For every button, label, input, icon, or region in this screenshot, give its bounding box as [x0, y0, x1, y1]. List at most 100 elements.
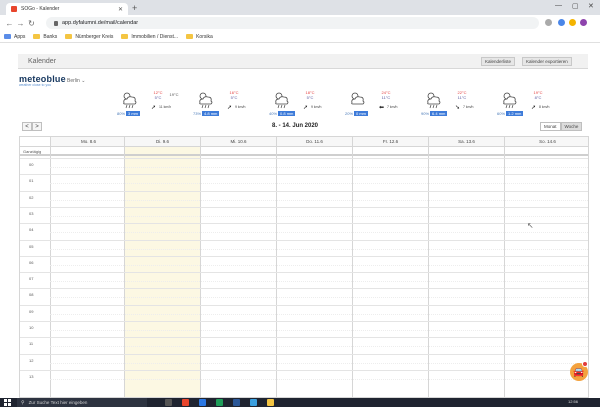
hour-row[interactable]: 13 — [20, 369, 588, 386]
hour-row[interactable]: 08 — [20, 288, 588, 304]
excel-icon[interactable] — [216, 399, 223, 406]
day-header[interactable]: Sa. 13.6 — [428, 137, 504, 146]
hour-label: 07 — [29, 276, 34, 282]
rain-probability: 80% — [117, 111, 126, 116]
chat-widget-button[interactable]: 🚘 — [570, 361, 588, 381]
weather-day: 12°C 5°C 19°C ➚ 11 km/h 80% 3 mm — [117, 88, 187, 120]
reload-icon[interactable]: ↻ — [26, 19, 37, 28]
calendar-list-button[interactable]: Kalenderliste — [481, 57, 516, 66]
wind-direction-icon: ⬅ — [379, 105, 385, 111]
hour-row[interactable]: 11 — [20, 337, 588, 353]
minimize-icon[interactable]: — — [555, 2, 562, 9]
location-select[interactable]: Berlin ⌄ — [67, 78, 85, 84]
partly-cloudy-icon — [351, 92, 365, 105]
hour-row[interactable]: 05 — [20, 239, 588, 256]
temp-min: 8°C — [534, 95, 542, 100]
bookmark-folder[interactable]: Banks — [33, 34, 57, 40]
outlook-icon[interactable] — [250, 399, 257, 406]
task-view-icon[interactable] — [165, 399, 172, 406]
explorer-icon[interactable] — [267, 399, 274, 406]
wind-direction-icon: ➚ — [531, 105, 537, 111]
rain-cloud-icon — [503, 92, 517, 109]
hour-row[interactable]: 00 — [20, 158, 588, 174]
close-tab-icon[interactable]: ✕ — [118, 6, 123, 13]
view-switcher: Monat Woche — [540, 122, 583, 131]
hour-row[interactable]: 10 — [20, 321, 588, 337]
hour-row[interactable]: 09 — [20, 304, 588, 321]
extension-icon[interactable] — [558, 19, 565, 26]
precipitation: 80% 3 mm — [117, 111, 141, 116]
rain-probability: 90% — [421, 111, 430, 116]
favicon-icon — [11, 6, 17, 12]
previous-week-button[interactable]: < — [22, 122, 32, 131]
address-bar[interactable]: app.dyfalumni.de/mail/calendar — [46, 17, 539, 29]
hour-row[interactable]: 03 — [20, 206, 588, 223]
day-header[interactable]: Mo. 8.6 — [50, 137, 126, 146]
rain-probability: 60% — [497, 111, 506, 116]
month-view-button[interactable]: Monat — [540, 122, 561, 131]
rain-amount: 0 mm — [354, 111, 369, 116]
bookmark-apps[interactable]: Apps — [4, 34, 25, 40]
back-icon[interactable]: ← — [4, 19, 15, 28]
temperature: 19°C 8°C — [528, 90, 548, 100]
rain-amount: 3 mm — [126, 111, 141, 116]
bookmark-folder[interactable]: Korsika — [186, 34, 213, 40]
weather-day: 16°C 5°C ➚ 9 km/h 73% 4.8 mm — [193, 88, 263, 120]
browser-tab[interactable]: SOGo - Kalender ✕ — [6, 3, 128, 15]
meteoblue-logo[interactable]: meteoblue weather close to you — [19, 74, 66, 87]
temperature: 18°C 5°C — [300, 90, 320, 100]
extension-icon[interactable] — [569, 19, 576, 26]
hour-row[interactable]: 04 — [20, 223, 588, 239]
half-hour-line — [50, 183, 588, 185]
forward-icon[interactable]: → — [15, 19, 26, 28]
rain-probability: 40% — [269, 111, 278, 116]
clock[interactable]: 12:56 — [568, 399, 578, 404]
wind-direction-icon: ➚ — [303, 105, 309, 111]
edge-icon[interactable] — [199, 399, 206, 406]
precipitation: 73% 4.8 mm — [193, 111, 220, 116]
half-hour-line — [50, 248, 588, 250]
bookmark-folder[interactable]: Immobilien / Dienst... — [121, 34, 178, 40]
day-header[interactable]: Fr. 12.6 — [352, 137, 428, 146]
folder-icon — [65, 34, 73, 39]
day-header[interactable]: Do. 11.6 — [276, 137, 352, 146]
temp-extra: 19°C — [169, 92, 179, 97]
hour-row[interactable]: 06 — [20, 255, 588, 272]
temp-min: 11°C — [457, 95, 467, 100]
tab-title: SOGo - Kalender — [21, 6, 60, 12]
week-view-button[interactable]: Woche — [560, 122, 583, 131]
precipitation: 60% 1.2 mm — [497, 111, 524, 116]
new-tab-icon[interactable]: + — [132, 3, 137, 13]
day-header[interactable]: Di. 9.6 — [124, 137, 200, 146]
wind-speed: 11 km/h — [159, 105, 172, 109]
bookmark-folder[interactable]: Nürnberger Kreis — [65, 34, 113, 40]
profile-avatar[interactable] — [580, 19, 587, 26]
rain-amount: 0.8 mm — [278, 111, 296, 116]
day-header[interactable]: So. 14.6 — [504, 137, 588, 146]
next-week-button[interactable]: > — [32, 122, 42, 131]
hour-label: 05 — [29, 243, 34, 249]
mouse-cursor-icon: ↖ — [527, 221, 534, 230]
temperature: 22°C 11°C — [452, 90, 472, 100]
hour-label: 08 — [29, 292, 34, 298]
hour-row[interactable]: 12 — [20, 353, 588, 370]
rain-amount: 1.2 mm — [506, 111, 524, 116]
hour-row[interactable]: 01 — [20, 174, 588, 190]
taskbar-search-input[interactable]: ⚲ Zur Suche Text hier eingeben — [17, 398, 147, 407]
rain-amount: 4.8 mm — [202, 111, 220, 116]
hour-row[interactable]: 02 — [20, 190, 588, 207]
word-icon[interactable] — [233, 399, 240, 406]
folder-icon — [33, 34, 41, 39]
day-header[interactable]: Mi. 10.6 — [200, 137, 276, 146]
windows-start-icon[interactable] — [4, 399, 11, 406]
star-icon[interactable] — [545, 19, 552, 26]
maximize-icon[interactable]: ▢ — [572, 2, 579, 10]
export-calendar-button[interactable]: Kalender exportieren — [522, 57, 572, 66]
wind-direction-icon: ➚ — [151, 105, 157, 111]
close-window-icon[interactable]: ✕ — [588, 2, 594, 10]
hour-row[interactable]: 07 — [20, 272, 588, 288]
all-day-label: Ganztägig — [23, 149, 42, 154]
chrome-icon[interactable] — [182, 399, 189, 406]
wind-speed: 8 km/h — [539, 105, 550, 109]
chevron-down-icon: ⌄ — [81, 78, 86, 84]
